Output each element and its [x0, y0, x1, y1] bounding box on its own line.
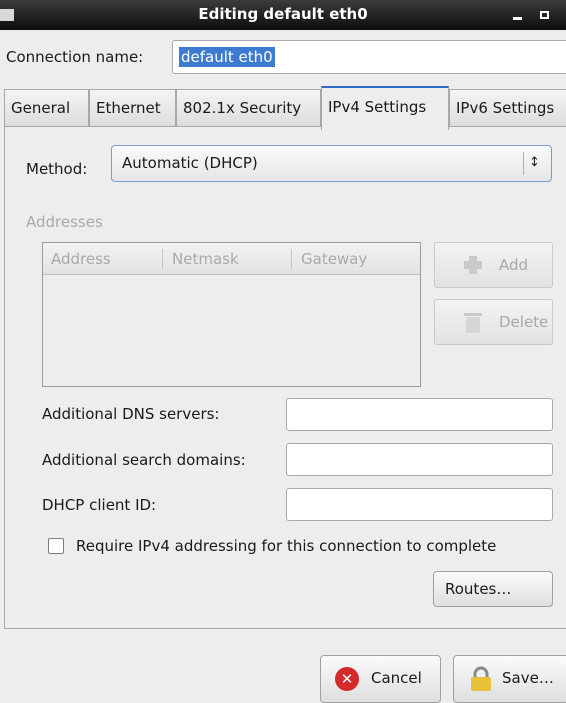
- maximize-icon[interactable]: [540, 11, 549, 19]
- cancel-button[interactable]: ✕ Cancel: [320, 655, 441, 703]
- cancel-button-label: Cancel: [371, 669, 422, 687]
- save-button[interactable]: Save…: [453, 655, 566, 703]
- column-netmask[interactable]: Netmask: [172, 250, 239, 268]
- search-domains-label: Additional search domains:: [42, 451, 246, 469]
- tab-ethernet[interactable]: Ethernet: [89, 89, 176, 127]
- delete-button-label: Delete: [499, 313, 549, 331]
- connection-name-input[interactable]: default eth0: [172, 40, 566, 74]
- tab-ipv4-settings[interactable]: IPv4 Settings: [321, 86, 449, 130]
- save-button-label: Save…: [502, 669, 554, 687]
- dhcp-client-id-input[interactable]: [286, 488, 553, 521]
- plus-icon: [464, 256, 482, 274]
- tab-8021x-security[interactable]: 802.1x Security: [176, 89, 321, 127]
- dns-servers-input[interactable]: [286, 398, 553, 431]
- column-gateway[interactable]: Gateway: [301, 250, 367, 268]
- require-ipv4-label: Require IPv4 addressing for this connect…: [76, 537, 497, 555]
- routes-button[interactable]: Routes…: [433, 571, 553, 607]
- addresses-table-header: Address Netmask Gateway: [43, 243, 420, 275]
- tab-ipv6-settings[interactable]: IPv6 Settings: [449, 89, 566, 127]
- lock-icon: [471, 666, 491, 691]
- method-select[interactable]: Automatic (DHCP) ↕: [111, 145, 552, 182]
- delete-button[interactable]: Delete: [434, 299, 553, 345]
- method-label: Method:: [26, 160, 88, 178]
- connection-name-label: Connection name:: [6, 48, 144, 66]
- dns-servers-label: Additional DNS servers:: [42, 405, 220, 423]
- method-value: Automatic (DHCP): [122, 154, 258, 172]
- search-domains-input[interactable]: [286, 443, 553, 476]
- spin-icon: ↕: [523, 152, 545, 175]
- minimize-icon[interactable]: [513, 17, 522, 20]
- add-button[interactable]: Add: [434, 242, 553, 288]
- routes-button-label: Routes…: [445, 580, 512, 598]
- column-address[interactable]: Address: [51, 250, 111, 268]
- add-button-label: Add: [499, 256, 529, 274]
- trash-icon: [464, 313, 482, 333]
- connection-name-value: default eth0: [179, 47, 275, 67]
- require-ipv4-checkbox[interactable]: [48, 538, 64, 554]
- title-bar: Editing default eth0: [0, 0, 566, 30]
- dhcp-client-id-label: DHCP client ID:: [42, 496, 157, 514]
- cancel-icon: ✕: [335, 667, 359, 691]
- addresses-table[interactable]: Address Netmask Gateway: [42, 242, 421, 387]
- addresses-title: Addresses: [26, 213, 103, 231]
- tab-general[interactable]: General: [4, 89, 89, 127]
- window-title: Editing default eth0: [198, 5, 368, 23]
